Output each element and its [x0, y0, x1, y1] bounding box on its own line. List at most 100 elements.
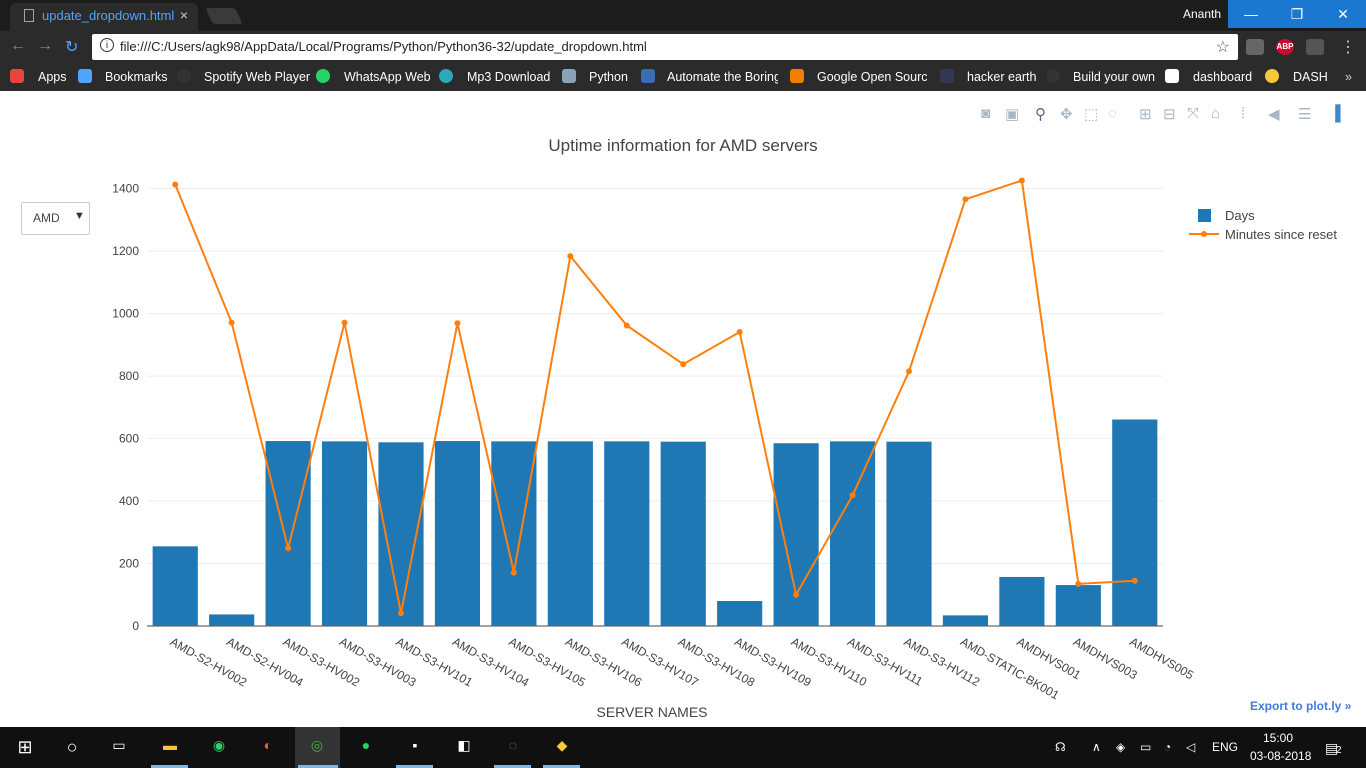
bar — [265, 441, 311, 626]
bookmark-whatsapp[interactable]: WhatsApp Web — [344, 70, 431, 84]
bookmark-automate[interactable]: Automate the Boring — [667, 70, 778, 84]
bookmark-hacker-earth[interactable]: hacker earth — [967, 70, 1036, 84]
line-point — [285, 545, 292, 552]
bookmark-dash[interactable]: DASH — [1293, 70, 1328, 84]
tab-close-button[interactable]: × — [180, 7, 188, 23]
spotify-taskbar-icon[interactable]: ● — [355, 737, 377, 759]
y-tick-label: 800 — [119, 369, 139, 383]
app-taskbar-icon[interactable]: ◐ — [257, 737, 279, 759]
k-icon — [1165, 69, 1179, 83]
sticky-notes-icon[interactable]: ◧ — [453, 737, 475, 759]
python-taskbar-icon[interactable]: ◆ — [551, 737, 573, 759]
line-point — [1075, 580, 1082, 587]
line-point — [510, 569, 517, 576]
browser-titlebar: update_dropdown.html × Ananth — ❐ ✕ — [0, 0, 1366, 31]
y-tick-label: 1400 — [112, 182, 139, 196]
chrome-icon[interactable]: ◎ — [306, 737, 328, 759]
line-point — [962, 196, 969, 203]
app-green-icon[interactable]: ◌ — [502, 737, 524, 759]
bookmark-apps[interactable]: Apps — [38, 70, 67, 84]
whatsapp-icon — [316, 69, 330, 83]
people-icon[interactable]: ☊ — [1055, 740, 1066, 754]
line-point — [906, 368, 912, 375]
new-tab-button[interactable] — [205, 8, 243, 24]
bar — [1055, 585, 1101, 626]
line-point — [454, 320, 461, 327]
dropbox-icon[interactable]: ◈ — [1116, 740, 1125, 754]
bar — [152, 546, 198, 626]
reload-button[interactable]: ↻ — [65, 37, 78, 57]
clock-date[interactable]: 03-08-2018 — [1250, 749, 1311, 763]
line-point — [398, 610, 404, 617]
bookmark-bookmarks[interactable]: Bookmarks — [105, 70, 168, 84]
legend-label-minutes: Minutes since reset — [1225, 227, 1337, 242]
back-button[interactable]: ← — [10, 37, 26, 55]
task-view-icon[interactable]: ▭ — [108, 737, 130, 759]
notification-count: 2 — [1336, 745, 1342, 756]
legend-swatch-days — [1198, 209, 1211, 222]
file-explorer-icon[interactable]: ▬ — [159, 737, 181, 759]
minimize-button[interactable]: — — [1228, 0, 1274, 28]
line-point — [567, 253, 574, 260]
apps-grid-icon[interactable] — [10, 69, 24, 83]
bookmarks-bar: Apps Bookmarks Spotify Web Player WhatsA… — [0, 63, 1366, 91]
blogger-icon — [790, 69, 804, 83]
line-point — [849, 492, 856, 499]
bookmark-mp3[interactable]: Mp3 Download — [467, 70, 550, 84]
forward-button[interactable]: → — [37, 37, 53, 55]
volume-icon[interactable]: ◁ — [1186, 740, 1195, 754]
bar — [886, 441, 932, 626]
address-bar[interactable]: i file:///C:/Users/agk98/AppData/Local/P… — [92, 34, 1238, 60]
bar — [491, 441, 537, 626]
bookmark-dashboard[interactable]: dashboard — [1193, 70, 1252, 84]
line-series — [174, 179, 1135, 614]
line-point — [736, 329, 743, 336]
python-doc-icon — [562, 69, 576, 83]
chart-title: Uptime information for AMD servers — [548, 136, 817, 155]
bar — [773, 443, 819, 626]
plot-page: ◙ ▣ ⚲ ✥ ⬚ ◌ ⊞ ⊟ ⤧ ⌂ ⁞ ◀ ☰ ▐ AMD ▼ Uptime… — [0, 91, 1366, 727]
tray-expand-icon[interactable]: ∧ — [1092, 740, 1101, 754]
more-bookmarks-icon[interactable]: » — [1345, 70, 1352, 84]
line-point — [793, 591, 800, 598]
line-point — [341, 319, 348, 326]
bookmark-build-your-own[interactable]: Build your own — [1073, 70, 1155, 84]
hackerearth-icon — [940, 69, 954, 83]
bar — [660, 441, 706, 626]
profile-name[interactable]: Ananth — [1183, 7, 1221, 21]
battery-icon[interactable]: ▭ — [1140, 740, 1151, 754]
bookmark-python[interactable]: Python — [589, 70, 628, 84]
line-point — [172, 181, 179, 188]
close-window-button[interactable]: ✕ — [1320, 0, 1366, 28]
spotify-icon — [177, 69, 191, 83]
bar — [209, 614, 255, 626]
restore-button[interactable]: ❐ — [1274, 0, 1320, 28]
star-icon — [78, 69, 92, 83]
line-point — [1131, 577, 1138, 584]
terminal-icon[interactable]: ▪ — [404, 737, 426, 759]
uptime-chart: Uptime information for AMD servers 0 200 40… — [112, 136, 1337, 720]
windows-taskbar: ⊞ ○ ▭ ▬ ◉ ◐ ◎ ● ▪ ◧ ◌ ◆ ☊ ∧ ◈ ▭ ◔ ◁ ENG … — [0, 727, 1366, 768]
info-icon[interactable]: i — [100, 38, 114, 52]
language-indicator[interactable]: ENG — [1212, 740, 1238, 754]
menu-icon[interactable]: ⋮ — [1340, 37, 1356, 57]
bookmark-spotify[interactable]: Spotify Web Player — [204, 70, 310, 84]
windows-start-icon[interactable]: ⊞ — [14, 737, 36, 759]
clock-time[interactable]: 15:00 — [1263, 731, 1293, 745]
browser-tab[interactable]: update_dropdown.html × — [10, 3, 198, 31]
y-tick-label: 600 — [119, 432, 139, 446]
adblock-icon[interactable]: ABP — [1276, 39, 1294, 55]
cortana-icon[interactable]: ○ — [61, 737, 83, 759]
bookmark-star-icon[interactable]: ☆ — [1216, 37, 1230, 57]
bookmark-google-open-source[interactable]: Google Open Source — [817, 70, 927, 84]
line-point — [680, 361, 687, 368]
page-icon — [24, 9, 34, 22]
y-tick-label: 0 — [132, 619, 139, 633]
whatsapp-taskbar-icon[interactable]: ◉ — [208, 737, 230, 759]
url-text[interactable]: file:///C:/Users/agk98/AppData/Local/Pro… — [120, 39, 647, 54]
evernote-icon[interactable] — [1306, 39, 1324, 55]
bar — [1112, 419, 1158, 626]
extension-icon[interactable] — [1246, 39, 1264, 55]
wifi-icon[interactable]: ◔ — [1164, 740, 1171, 754]
export-link[interactable]: Export to plot.ly » — [1250, 699, 1351, 713]
